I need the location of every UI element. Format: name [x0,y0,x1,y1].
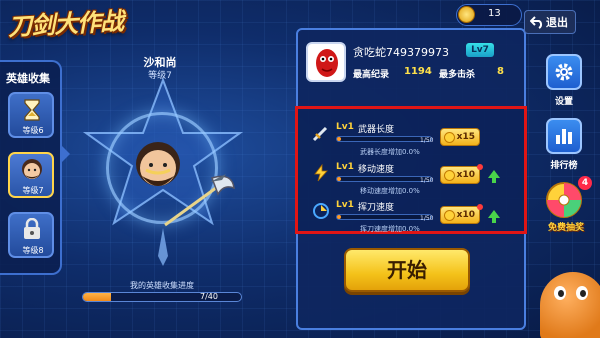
max-kills-label: 最多击杀 [439,70,476,80]
upgrade-cost: x15 [456,132,475,142]
snake-avatar-icon [316,49,338,77]
upgrade-progress-fill [337,215,341,219]
ranking-button[interactable] [546,118,582,154]
lightning-icon [314,164,328,182]
bar-chart-icon [556,129,572,144]
hero-slot-2[interactable]: 等级7 [8,152,54,198]
upgrade-name: 移动速度 [358,165,395,175]
slot-level-label: 等级7 [22,186,44,195]
upgrade-move-speed-button[interactable]: x10 [440,166,480,184]
coin-icon [444,170,455,181]
upgrade-available-arrow-icon [488,170,500,183]
upgrade-progress-fill [337,137,341,141]
notification-dot [477,164,483,170]
back-arrow-icon [530,16,543,29]
upgrade-progress-bar [336,136,432,142]
lock-icon [24,218,40,239]
player-level-badge: Lv7 [466,43,494,57]
upgrade-progress-text: 1/50 [420,215,434,222]
selection-arrow [62,146,70,162]
mascot-character [540,272,600,338]
sword-icon [312,126,328,142]
upgrade-progress-text: 1/50 [420,137,434,144]
upgrade-description: 移动速度增加0.0% [360,187,420,195]
hero-weapon-icon [164,174,235,227]
coin-value: 13 [488,8,501,19]
swing-icon [313,203,329,219]
settings-button[interactable] [546,54,582,90]
exit-label: 退出 [546,16,568,29]
lottery-badge: 4 [578,176,592,190]
settings-label: 设置 [554,97,573,107]
player-name: 贪吃蛇749379973 [353,46,449,59]
upgrade-level: Lv1 [336,122,354,132]
hero-portrait-icon [22,159,42,179]
hero-slot-3[interactable]: 等级8 [8,212,54,258]
coin-icon [444,132,455,143]
sidebar-title: 英雄收集 [6,72,50,85]
lottery-label: 免费抽奖 [547,223,584,233]
gear-icon [555,63,573,81]
upgrade-name: 挥刀速度 [358,203,395,213]
upgrade-progress-text: 1/50 [420,177,434,184]
slot-level-label: 等级8 [22,246,44,255]
upgrade-cost: x10 [456,210,475,220]
upgrade-available-arrow-icon [488,210,500,223]
upgrade-name: 武器长度 [358,125,395,135]
upgrade-swing-speed-button[interactable]: x10 [440,206,480,224]
start-button[interactable]: 开始 [344,248,470,292]
high-score-label: 最高纪录 [353,70,390,80]
upgrade-description: 武器长度增加0.0% [360,148,420,156]
upgrade-progress-bar [336,214,432,220]
upgrade-progress-bar [336,176,432,182]
hourglass-icon [24,99,40,121]
upgrade-description: 挥刀速度增加0.0% [360,225,420,233]
upgrade-level: Lv1 [336,162,354,172]
high-score-value: 1194 [404,66,432,77]
collection-progress-label: 我的英雄收集进度 [130,281,194,290]
mascot-pupil [580,290,586,297]
coin-icon [458,6,475,23]
slot-level-label: 等级6 [22,126,44,135]
coin-icon [444,210,455,221]
upgrade-cost: x10 [456,170,475,180]
game-logo: 刀剑大作战 [7,7,124,42]
collection-progress-fill [83,293,111,301]
max-kills-value: 8 [497,66,504,77]
player-avatar[interactable] [306,42,346,82]
notification-dot [477,204,483,210]
upgrade-weapon-length-button[interactable]: x15 [440,128,480,146]
ranking-label: 排行榜 [550,161,578,171]
upgrade-level: Lv1 [336,200,354,210]
mascot-pupil [558,290,564,297]
hero-slot-1[interactable]: 等级6 [8,92,54,138]
upgrade-progress-fill [337,177,341,181]
collection-progress-bar [82,292,242,302]
collection-progress-text: 7/40 [200,292,218,301]
